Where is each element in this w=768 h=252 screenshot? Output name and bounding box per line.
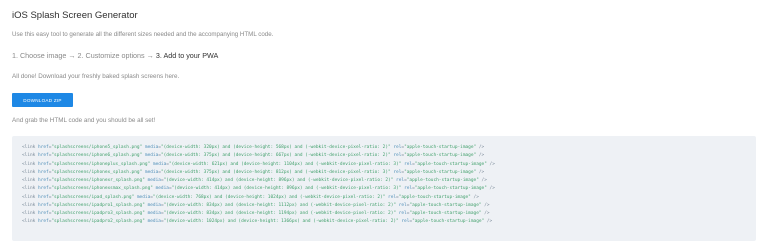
code-href-value: "splashscreens/iphonex_splash.png" <box>51 169 143 175</box>
code-line: <link href="splashscreens/iphone5_splash… <box>22 145 485 150</box>
code-line: <link href="splashscreens/ipadpro1_splas… <box>22 202 490 208</box>
code-line: <link href="splashscreens/ipad_splash.pn… <box>22 194 479 200</box>
download-zip-button[interactable]: DOWNLOAD ZIP <box>12 93 73 107</box>
code-line: <link href="splashscreens/ipadpro2_splas… <box>22 219 493 225</box>
html-code-block[interactable]: <link href="splashscreens/iphone5_splash… <box>12 136 756 241</box>
code-media-value: "(device-width: 375px) and (device-heigh… <box>160 153 391 159</box>
code-href-value: "splashscreens/ipadpro1_splash.png" <box>51 202 145 208</box>
code-line: <link href="splashscreens/ipadpro3_splas… <box>22 211 490 216</box>
code-href-value: "splashscreens/ipadpro3_splash.png" <box>51 211 145 216</box>
code-rel-value: "apple-touch-startup-image" <box>404 169 477 175</box>
code-media-value: "(device-width: 375px) and (device-heigh… <box>160 169 391 175</box>
code-href-value: "splashscreens/iphonexsmax_splash.png" <box>51 186 153 192</box>
code-href-value: "splashscreens/iphone5_splash.png" <box>51 145 143 150</box>
done-message: All done! Download your freshly baked sp… <box>12 73 180 80</box>
page-title: iOS Splash Screen Generator <box>12 10 138 21</box>
code-rel-value: "apple-touch-startup-image" <box>414 161 487 167</box>
step-add-to-pwa: 3. Add to your PWA <box>155 51 219 60</box>
step-customize-options: 2. Customize options <box>77 51 145 60</box>
grab-html-message: And grab the HTML code and you should be… <box>12 117 156 124</box>
code-rel-value: "apple-touch-startup-image" <box>414 186 487 192</box>
code-media-value: "(device-width: 834px) and (device-heigh… <box>163 202 397 208</box>
page: iOS Splash Screen Generator Use this eas… <box>0 0 768 252</box>
code-rel-value: "apple-touch-startup-image" <box>404 145 477 150</box>
code-media-value: "(device-width: 320px) and (device-heigh… <box>160 145 391 150</box>
step-choose-image: 1. Choose image <box>12 51 67 60</box>
code-rel-value: "apple-touch-startup-image" <box>406 178 479 183</box>
code-href-value: "splashscreens/iphonexr_splash.png" <box>51 178 145 183</box>
page-subtitle: Use this easy tool to generate all the d… <box>12 31 274 38</box>
code-media-value: "(device-width: 621px) and (device-heigh… <box>168 161 402 167</box>
step-arrow: → <box>144 51 156 60</box>
code-media-value: "(device-width: 834px) and (device-heigh… <box>163 211 397 216</box>
code-media-value: "(device-width: 414px) and (device-heigh… <box>171 186 402 192</box>
code-href-value: "splashscreens/ipadpro2_splash.png" <box>51 219 145 225</box>
code-href-value: "splashscreens/iphone6_splash.png" <box>51 153 143 159</box>
code-href-value: "splashscreens/ipad_splash.png" <box>51 194 135 200</box>
code-rel-value: "apple-touch-startup-image" <box>409 211 482 216</box>
code-media-value: "(device-width: 768px) and (device-heigh… <box>152 194 386 200</box>
code-line: <link href="splashscreens/iphonex_splash… <box>22 169 485 175</box>
code-line: <link href="splashscreens/iphonexr_splas… <box>22 178 487 183</box>
code-rel-value: "apple-touch-startup-image" <box>398 194 471 200</box>
code-href-value: "splashscreens/iphoneplus_splash.png" <box>51 161 151 167</box>
code-rel-value: "apple-touch-startup-image" <box>412 219 485 225</box>
code-line: <link href="splashscreens/iphoneplus_spl… <box>22 161 495 167</box>
steps-breadcrumb: 1. Choose image → 2. Customize options →… <box>12 51 218 60</box>
code-line: <link href="splashscreens/iphone6_splash… <box>22 153 485 159</box>
step-arrow: → <box>66 51 78 60</box>
code-rel-value: "apple-touch-startup-image" <box>409 202 482 208</box>
code-rel-value: "apple-touch-startup-image" <box>404 153 477 159</box>
code-line: <link href="splashscreens/iphonexsmax_sp… <box>22 186 495 192</box>
code-media-value: "(device-width: 1024px) and (device-heig… <box>163 219 399 225</box>
code-media-value: "(device-width: 414px) and (device-heigh… <box>163 178 394 183</box>
